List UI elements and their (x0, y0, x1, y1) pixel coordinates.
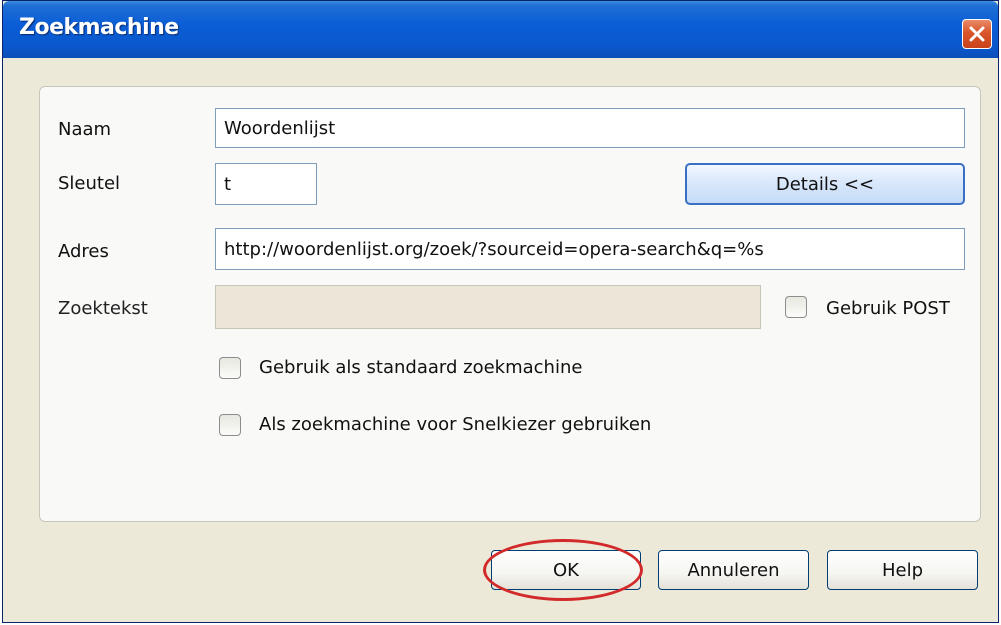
details-button[interactable]: Details << (685, 163, 965, 205)
close-icon (969, 26, 985, 42)
ok-button[interactable]: OK (491, 550, 641, 590)
cancel-button[interactable]: Annuleren (658, 550, 809, 590)
query-label: Zoektekst (58, 298, 148, 319)
name-label: Naam (58, 119, 112, 140)
dialog-window: Zoekmachine Naam Woordenlijst Sleutel t … (2, 0, 999, 623)
default-engine-label[interactable]: Gebruik als standaard zoekmachine (259, 357, 582, 378)
query-input[interactable] (215, 285, 761, 329)
help-button-label: Help (881, 559, 924, 581)
help-button[interactable]: Help (827, 550, 978, 590)
close-button[interactable] (962, 19, 992, 49)
title-bar[interactable]: Zoekmachine (3, 1, 998, 58)
speed-dial-label[interactable]: Als zoekmachine voor Snelkiezer gebruike… (259, 414, 651, 435)
key-input[interactable]: t (215, 163, 317, 205)
name-input[interactable]: Woordenlijst (215, 108, 965, 148)
speed-dial-checkbox[interactable] (219, 414, 241, 436)
address-input[interactable]: http://woordenlijst.org/zoek/?sourceid=o… (215, 228, 965, 270)
ok-button-label: OK (553, 559, 579, 581)
key-label: Sleutel (58, 173, 121, 194)
use-post-checkbox[interactable] (785, 296, 807, 318)
address-label: Adres (58, 241, 109, 262)
cancel-button-label: Annuleren (687, 559, 780, 581)
default-engine-checkbox[interactable] (219, 357, 241, 379)
details-button-label: Details << (775, 173, 875, 195)
window-title: Zoekmachine (19, 15, 179, 40)
use-post-label[interactable]: Gebruik POST (826, 298, 950, 319)
